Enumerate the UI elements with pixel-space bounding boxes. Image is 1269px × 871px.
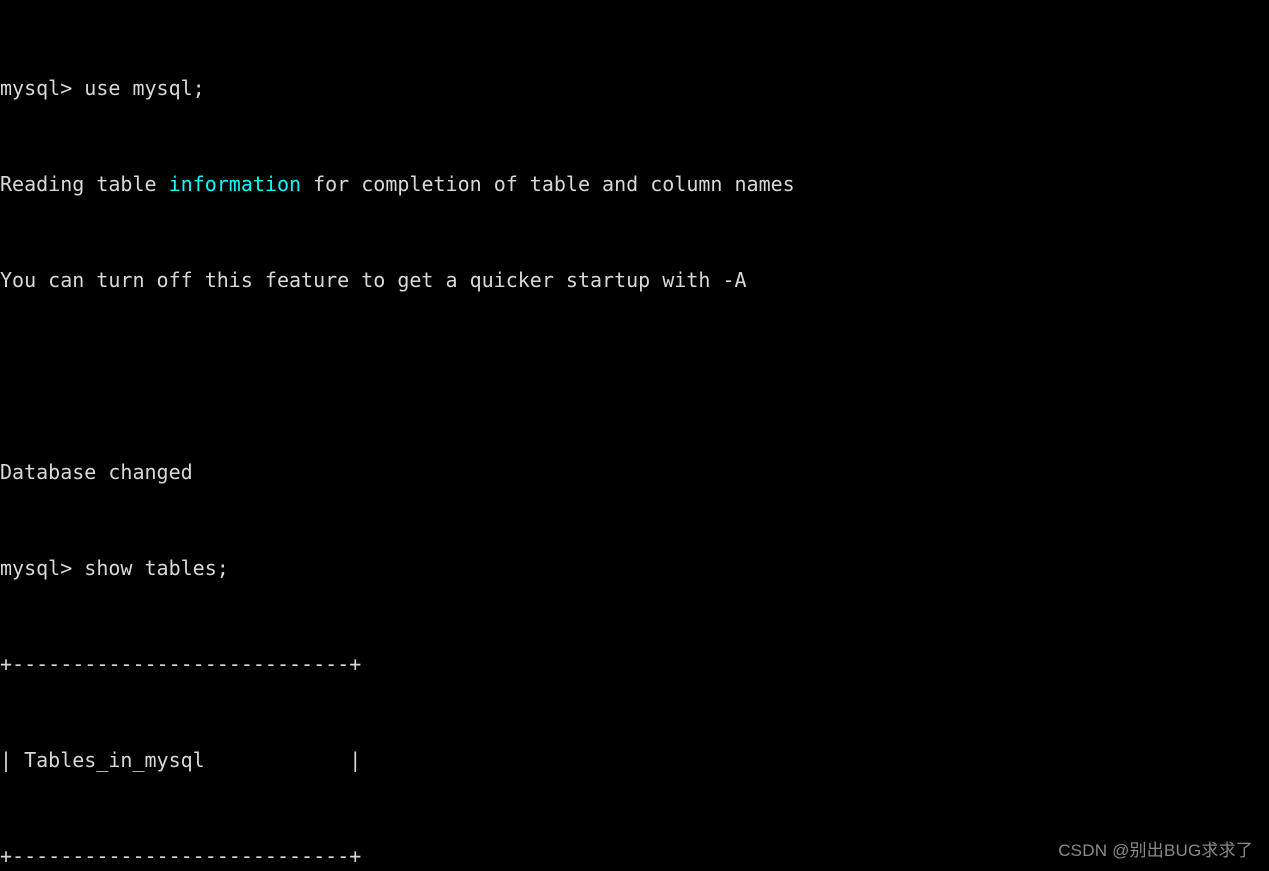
- reading-table-suffix: for completion of table and column names: [301, 172, 795, 196]
- table-header-text: | Tables_in_mysql |: [0, 748, 362, 772]
- reading-table-prefix: Reading table: [0, 172, 169, 196]
- turn-off-hint-text: You can turn off this feature to get a q…: [0, 268, 747, 292]
- table-header-row: | Tables_in_mysql |: [0, 748, 1269, 772]
- command-show-tables: mysql> show tables;: [0, 556, 229, 580]
- terminal-line-reading-table: Reading table information for completion…: [0, 172, 1269, 196]
- database-changed-text: Database changed: [0, 460, 193, 484]
- reading-table-keyword: information: [168, 172, 302, 196]
- terminal-output[interactable]: mysql> use mysql; Reading table informat…: [0, 4, 1269, 871]
- command-use-mysql: mysql> use mysql;: [0, 76, 205, 100]
- table-border-top-text: +----------------------------+: [0, 652, 362, 676]
- terminal-line-use-command: mysql> use mysql;: [0, 76, 1269, 100]
- terminal-line-show-tables-command: mysql> show tables;: [0, 556, 1269, 580]
- table-border-top: +----------------------------+: [0, 652, 1269, 676]
- table-border-separator-text: +----------------------------+: [0, 844, 362, 868]
- terminal-line-turn-off-hint: You can turn off this feature to get a q…: [0, 268, 1269, 292]
- csdn-watermark: CSDN @别出BUG求求了: [1058, 841, 1253, 860]
- terminal-line-database-changed: Database changed: [0, 460, 1269, 484]
- terminal-screen: mysql> use mysql; Reading table informat…: [0, 0, 1269, 871]
